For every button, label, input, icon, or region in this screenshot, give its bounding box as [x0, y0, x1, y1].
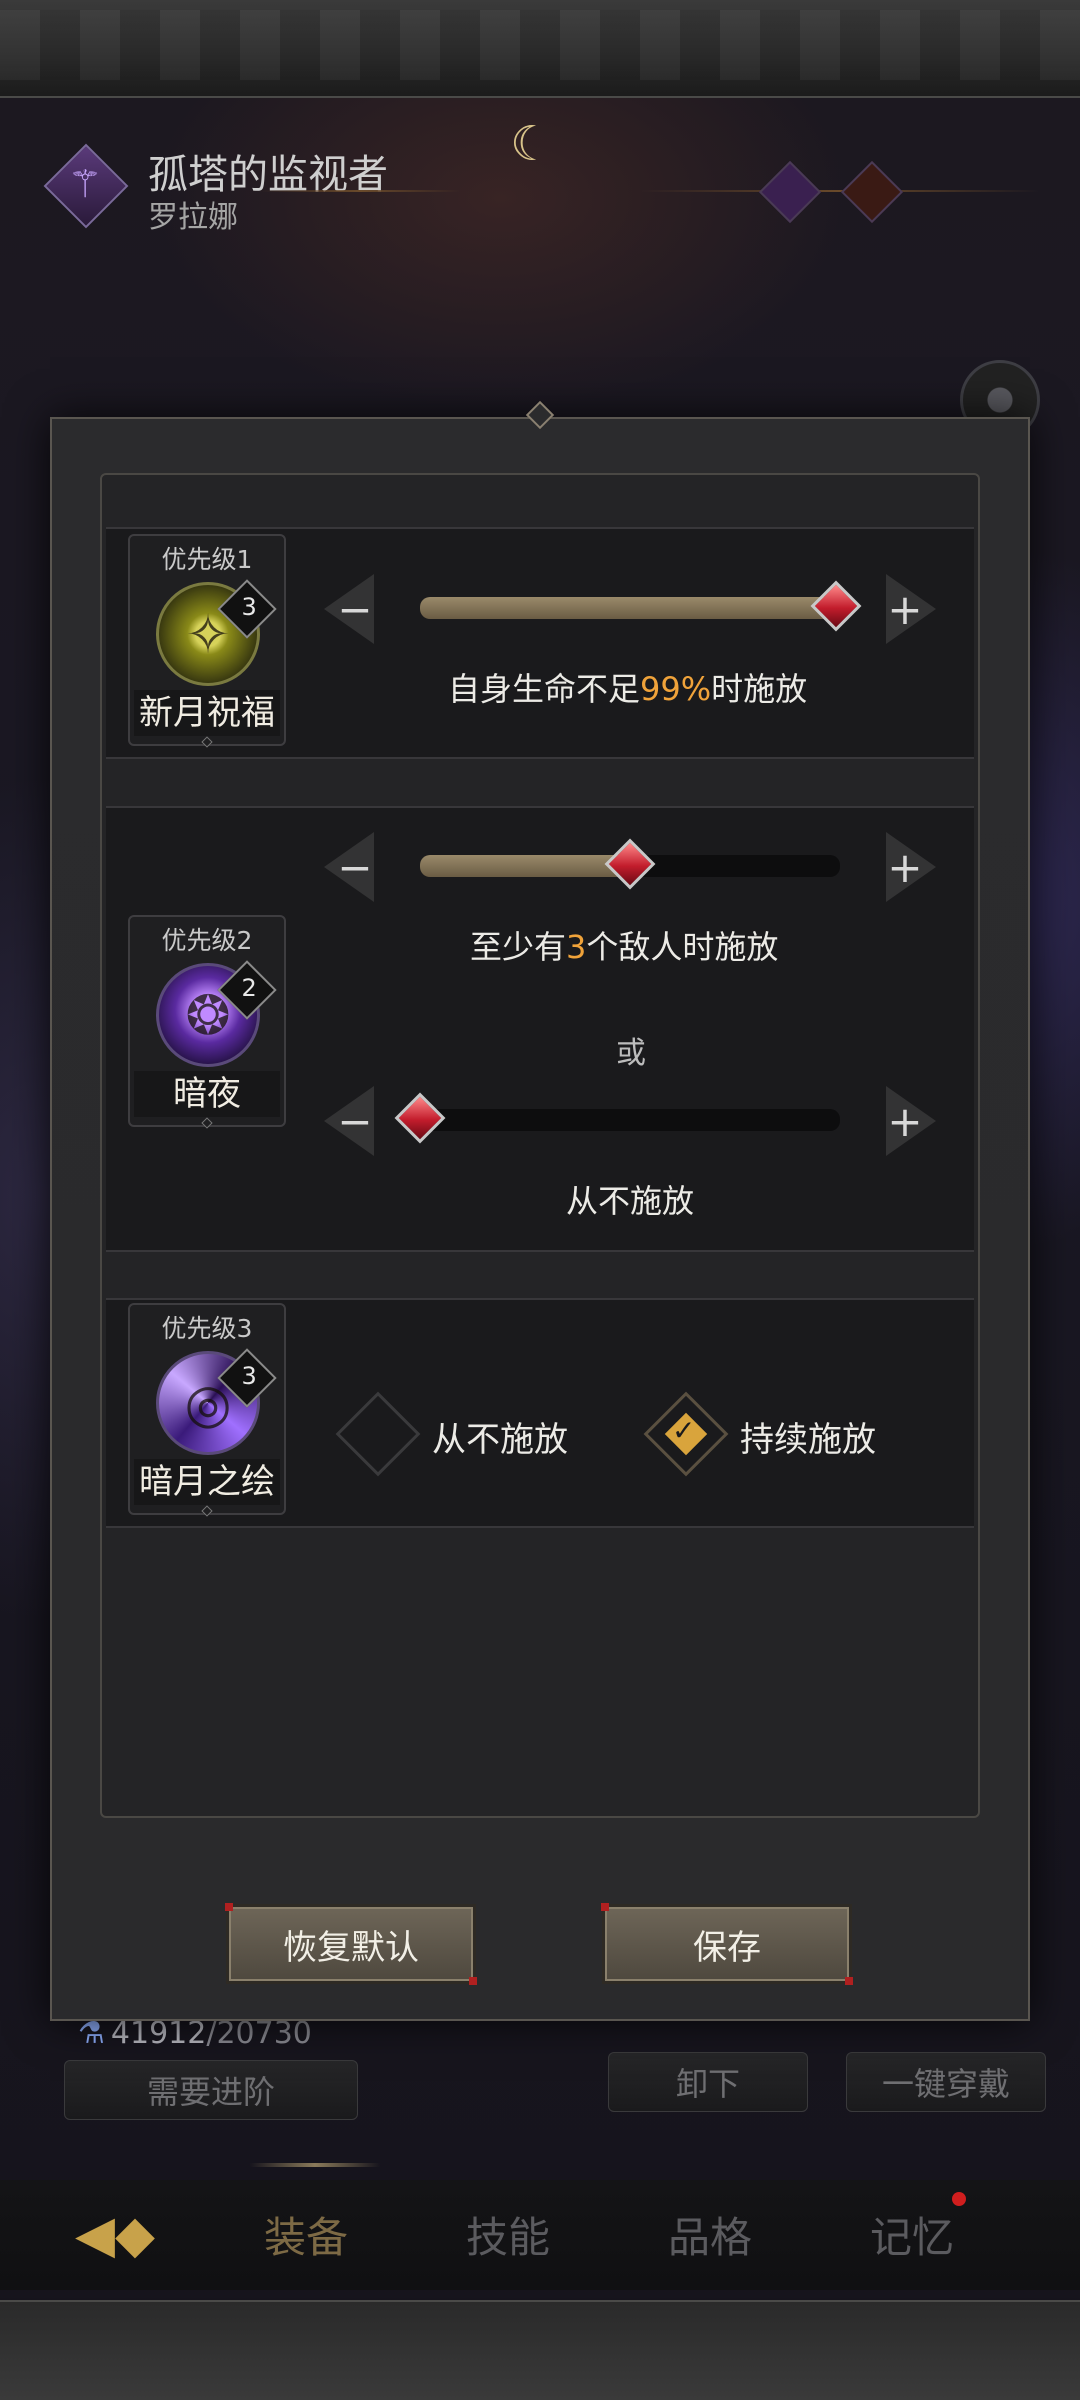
- tab-equipment[interactable]: 装备: [264, 2204, 348, 2265]
- skill-name: 暗夜: [134, 1071, 280, 1117]
- secondary-condition-slider[interactable]: [394, 1092, 840, 1144]
- cast-condition-text: 至少有3个敌人时施放: [470, 928, 779, 966]
- unequip-button[interactable]: 卸下: [608, 2052, 808, 2112]
- cast-condition-text: 从不施放: [566, 1182, 695, 1220]
- reset-default-button[interactable]: 恢复默认: [225, 1903, 477, 1985]
- class-icon: ⚚: [40, 140, 130, 230]
- resource-counter: ⚗ 41912/20730: [78, 2016, 312, 2051]
- always-cast-label[interactable]: 持续施放: [740, 1412, 876, 1461]
- tab-traits[interactable]: 品格: [668, 2204, 752, 2265]
- hp-threshold-slider[interactable]: [420, 580, 862, 632]
- equip-all-button[interactable]: 一键穿戴: [846, 2052, 1046, 2112]
- moon-icon: ☾: [510, 116, 554, 172]
- skill-card[interactable]: 优先级1 ✧ 3 新月祝福: [128, 534, 286, 748]
- checkmark-icon: ✓: [672, 1414, 696, 1447]
- slider-fill: [420, 597, 836, 619]
- cast-condition-text: 自身生命不足99%时施放: [448, 670, 808, 708]
- priority-label: 优先级3: [161, 1314, 253, 1343]
- back-arrow-icon[interactable]: ◀◆: [40, 2190, 190, 2280]
- divider: [260, 190, 460, 192]
- tab-memory[interactable]: 记忆: [870, 2204, 954, 2265]
- or-label: 或: [616, 1036, 646, 1071]
- never-cast-label[interactable]: 从不施放: [432, 1412, 568, 1461]
- nav-indicator: [250, 2163, 380, 2167]
- skill-card[interactable]: 优先级2 ❂ 2 暗夜: [128, 915, 286, 1129]
- slider-fill: [420, 855, 630, 877]
- advance-button[interactable]: 需要进阶: [64, 2060, 358, 2120]
- tab-skills[interactable]: 技能: [466, 2204, 550, 2265]
- priority-label: 优先级1: [161, 545, 253, 574]
- character-name: 罗拉娜: [148, 200, 238, 235]
- skill-name: 暗月之绘: [134, 1459, 280, 1505]
- skill-card[interactable]: 优先级3 ◎ 3 暗月之绘: [128, 1303, 286, 1517]
- priority-label: 优先级2: [161, 926, 253, 955]
- save-button[interactable]: 保存: [601, 1903, 853, 1985]
- skill-name: 新月祝福: [134, 690, 280, 736]
- notification-badge: [952, 2192, 966, 2206]
- top-frame: [0, 0, 1080, 98]
- potion-icon: ⚗: [78, 2016, 105, 2051]
- enemy-count-slider[interactable]: [420, 838, 840, 890]
- bottom-frame: [0, 2300, 1080, 2400]
